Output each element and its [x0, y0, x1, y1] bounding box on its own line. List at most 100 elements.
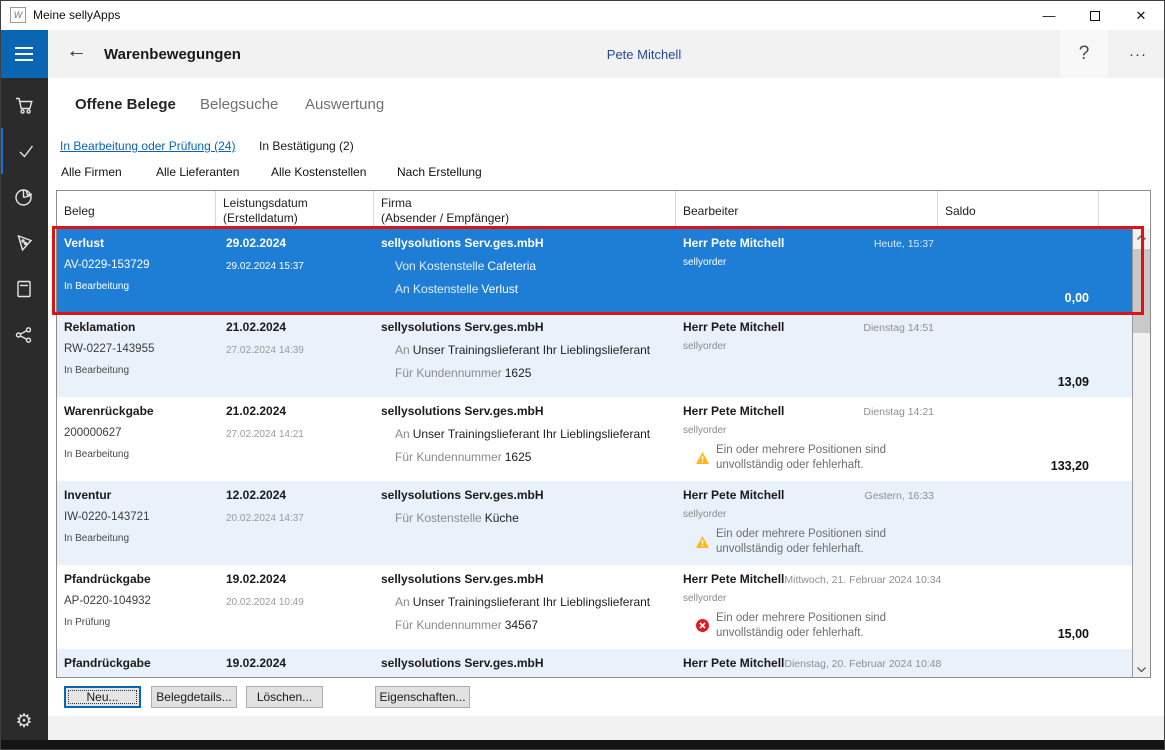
scroll-down-button[interactable]	[1133, 661, 1150, 677]
check-icon	[19, 145, 33, 158]
dropdown-lieferanten[interactable]: Alle Lieferanten	[156, 165, 239, 179]
edited-timestamp: Dienstag, 20. Februar 2024 10:48	[784, 658, 942, 670]
table-row-warenrueckgabe[interactable]: Warenrückgabe 200000627 In Bearbeitung 2…	[57, 397, 1132, 481]
row-alert: Ein oder mehrere Positionen sind unvolls…	[696, 611, 936, 641]
doc-type: Inventur	[64, 488, 112, 502]
created-date: 20.02.2024 14:37	[226, 513, 304, 524]
minimize-button[interactable]: —	[1026, 1, 1072, 30]
service-date: 21.02.2024	[226, 320, 287, 334]
page-title: Warenbewegungen	[104, 46, 241, 63]
movement-detail: Von Kostenstelle Cafeteria	[395, 259, 537, 273]
created-date: 27.02.2024 14:21	[226, 429, 304, 440]
company-name: sellysolutions Serv.ges.mbH	[381, 404, 544, 418]
column-header-beleg[interactable]: Beleg	[57, 191, 216, 228]
close-icon: ✕	[1135, 7, 1147, 23]
company-name: sellysolutions Serv.ges.mbH	[381, 656, 544, 670]
doc-type: Verlust	[64, 236, 105, 250]
table-row-reklamation[interactable]: Reklamation RW-0227-143955 In Bearbeitun…	[57, 313, 1132, 397]
belegdetails-button[interactable]: Belegdetails...	[151, 686, 237, 708]
gear-icon: ⚙	[15, 710, 33, 732]
edited-timestamp: Gestern, 16:33	[864, 490, 934, 502]
doc-type: Pfandrückgabe	[64, 572, 151, 586]
close-button[interactable]: ✕	[1118, 1, 1164, 30]
edited-timestamp: Mittwoch, 21. Februar 2024 10:34	[784, 574, 942, 586]
column-header-firma[interactable]: Firma (Absender / Empfänger)	[374, 191, 676, 228]
vertical-scrollbar[interactable]	[1132, 229, 1150, 677]
doc-number: AP-0220-104932	[64, 595, 151, 607]
doc-number: AV-0229-153729	[64, 259, 150, 271]
hamburger-menu-button[interactable]	[0, 30, 48, 78]
back-button[interactable]: ←	[66, 40, 87, 61]
column-header-bearbeiter[interactable]: Bearbeiter	[676, 191, 938, 228]
saldo-value: 15,00	[1057, 627, 1089, 641]
sidebar-item-network[interactable]	[0, 312, 48, 358]
chevron-down-icon	[1137, 666, 1146, 672]
filter-link-in-bestaetigung[interactable]: In Bestätigung (2)	[259, 139, 354, 153]
column-header-saldo[interactable]: Saldo	[938, 191, 1099, 228]
bottom-bar	[0, 740, 1165, 750]
app-window: W Meine sellyApps — ✕ ⚙ ← Warenbewegunge…	[0, 0, 1165, 750]
column-header-leistungsdatum[interactable]: Leistungsdatum (Erstelldatum)	[216, 191, 374, 228]
table-header: Beleg Leistungsdatum (Erstelldatum) Firma…	[57, 191, 1132, 229]
user-name[interactable]: Pete Mitchell	[544, 47, 744, 62]
chevron-up-icon	[1137, 234, 1146, 240]
table-body: Verlust AV-0229-153729 In Bearbeitung 29…	[57, 229, 1132, 677]
service-date: 19.02.2024	[226, 656, 287, 670]
sidebar-item-tasks-active[interactable]	[0, 128, 48, 174]
more-options-button[interactable]: ···	[1116, 30, 1160, 78]
sidebar-item-settings[interactable]: ⚙	[0, 700, 48, 742]
book-icon	[17, 280, 31, 298]
movement-detail: Für Kundennummer 34567	[395, 618, 539, 632]
movement-detail: An Kostenstelle Verlust	[395, 282, 519, 296]
scroll-up-button[interactable]	[1133, 229, 1150, 245]
row-alert: Ein oder mehrere Positionen sind unvolls…	[696, 443, 936, 473]
documents-table: Beleg Leistungsdatum (Erstelldatum) Firma…	[56, 190, 1151, 678]
doc-type: Warenrückgabe	[64, 404, 154, 418]
editor-name: Herr Pete Mitchell	[683, 656, 785, 670]
table-row-pfandrueckgabe-1[interactable]: Pfandrückgabe AP-0220-104932 In Prüfung …	[57, 565, 1132, 649]
sidebar-item-articles[interactable]	[0, 220, 48, 266]
tab-belegsuche[interactable]: Belegsuche	[200, 96, 278, 113]
source-app: sellyorder	[683, 257, 727, 268]
sidebar-item-reports[interactable]	[0, 174, 48, 220]
doc-type: Pfandrückgabe	[64, 656, 151, 670]
maximize-button[interactable]	[1072, 1, 1118, 30]
dropdown-sortierung[interactable]: Nach Erstellung	[397, 165, 482, 179]
source-app: sellyorder	[683, 509, 727, 520]
tab-offene-belege[interactable]: Offene Belege	[75, 96, 176, 113]
sidebar-item-cart[interactable]	[0, 82, 48, 128]
column-header-gutter	[1099, 191, 1132, 228]
edited-timestamp: Dienstag 14:21	[863, 406, 934, 418]
movement-detail: An Unser Trainingslieferant Ihr Lieblings…	[395, 595, 651, 609]
created-date: 20.02.2024 10:49	[226, 597, 304, 608]
company-name: sellysolutions Serv.ges.mbH	[381, 236, 544, 250]
hamburger-icon	[15, 47, 33, 49]
table-row-verlust-selected[interactable]: Verlust AV-0229-153729 In Bearbeitung 29…	[57, 229, 1132, 313]
cart-icon	[16, 97, 33, 114]
table-row-inventur[interactable]: Inventur IW-0220-143721 In Bearbeitung 1…	[57, 481, 1132, 565]
dropdown-firmen[interactable]: Alle Firmen	[61, 165, 122, 179]
editor-name: Herr Pete Mitchell	[683, 236, 785, 250]
dropdown-kostenstellen[interactable]: Alle Kostenstellen	[271, 165, 366, 179]
movement-detail: An Unser Trainingslieferant Ihr Lieblings…	[395, 343, 651, 357]
tab-auswertung[interactable]: Auswertung	[305, 96, 384, 113]
saldo-value: 133,20	[1050, 459, 1089, 473]
neu-button[interactable]: Neu...	[64, 686, 141, 708]
eigenschaften-button[interactable]: Eigenschaften...	[375, 686, 470, 708]
title-bar: W Meine sellyApps — ✕	[0, 0, 1165, 30]
scrollbar-thumb[interactable]	[1133, 249, 1150, 333]
service-date: 21.02.2024	[226, 404, 287, 418]
loeschen-button[interactable]: Löschen...	[246, 686, 323, 708]
help-button[interactable]: ?	[1060, 30, 1108, 78]
sidebar-item-catalog[interactable]	[0, 266, 48, 312]
created-date: 27.02.2024 14:39	[226, 345, 304, 356]
pie-chart-icon	[15, 189, 33, 206]
company-name: sellysolutions Serv.ges.mbH	[381, 488, 544, 502]
editor-name: Herr Pete Mitchell	[683, 572, 785, 586]
tag-icon	[17, 234, 33, 252]
source-app: sellyorder	[683, 341, 727, 352]
company-name: sellysolutions Serv.ges.mbH	[381, 320, 544, 334]
minimize-icon: —	[1042, 8, 1056, 23]
filter-link-in-bearbeitung[interactable]: In Bearbeitung oder Prüfung (24)	[60, 139, 235, 153]
table-row-pfandrueckgabe-2[interactable]: Pfandrückgabe 19.02.2024 sellysolutions …	[57, 649, 1132, 677]
